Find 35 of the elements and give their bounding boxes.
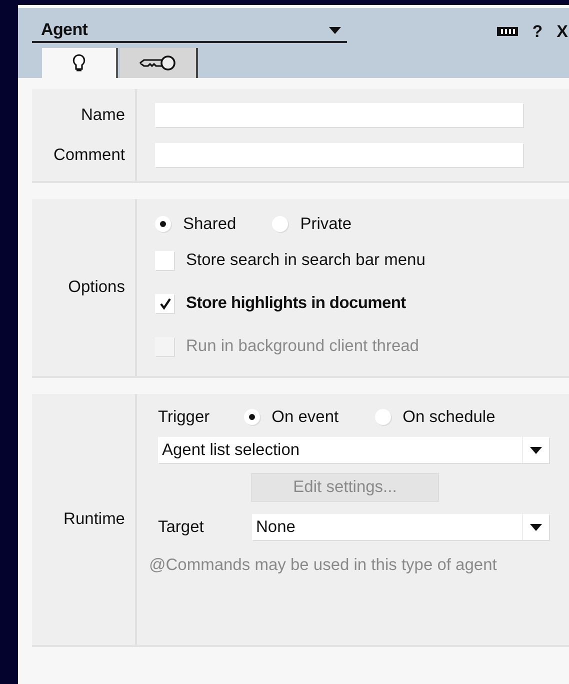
input-field[interactable] — [155, 143, 523, 167]
tab[interactable] — [120, 48, 198, 78]
checkbox-label: Run in background client thread — [186, 337, 419, 356]
dropdown-arrow-icon — [530, 446, 542, 454]
field-label: Name — [80, 105, 125, 126]
radio-label: Private — [300, 214, 352, 234]
radio-button[interactable] — [374, 409, 391, 425]
radio-button[interactable] — [272, 216, 288, 232]
checkbox[interactable] — [155, 294, 174, 313]
checkbox[interactable] — [155, 251, 174, 270]
view-selector[interactable]: Agent — [32, 20, 347, 43]
radio-label: On schedule — [402, 408, 496, 426]
radio-label: On event — [272, 408, 339, 426]
section-label: Runtime — [64, 510, 125, 529]
radio-button[interactable] — [244, 409, 260, 425]
radio-label: Shared — [183, 214, 236, 234]
event-dropdown[interactable]: Agent list selection — [158, 437, 549, 463]
checkbox-label: Store search in search bar menu — [186, 251, 426, 270]
tab[interactable] — [42, 48, 118, 78]
key-icon — [138, 54, 178, 72]
lightbulb-icon — [72, 54, 86, 72]
close-button[interactable]: X — [556, 22, 568, 42]
target-label: Target — [158, 518, 205, 536]
dropdown-arrow-icon — [329, 26, 341, 34]
dropdown-arrow-icon — [530, 524, 542, 530]
field-label: Comment — [53, 145, 125, 166]
trigger-label: Trigger — [158, 408, 210, 426]
target-dropdown[interactable]: None — [252, 514, 549, 540]
section-label: Options — [68, 278, 125, 297]
hint-text: @Commands may be used in this type of agent — [149, 556, 497, 574]
help-button[interactable]: ? — [532, 22, 543, 42]
pin-icon[interactable] — [497, 27, 518, 36]
input-field[interactable] — [155, 103, 523, 127]
radio-button[interactable] — [155, 216, 171, 232]
checkbox-label: Store highlights in document — [186, 294, 406, 313]
